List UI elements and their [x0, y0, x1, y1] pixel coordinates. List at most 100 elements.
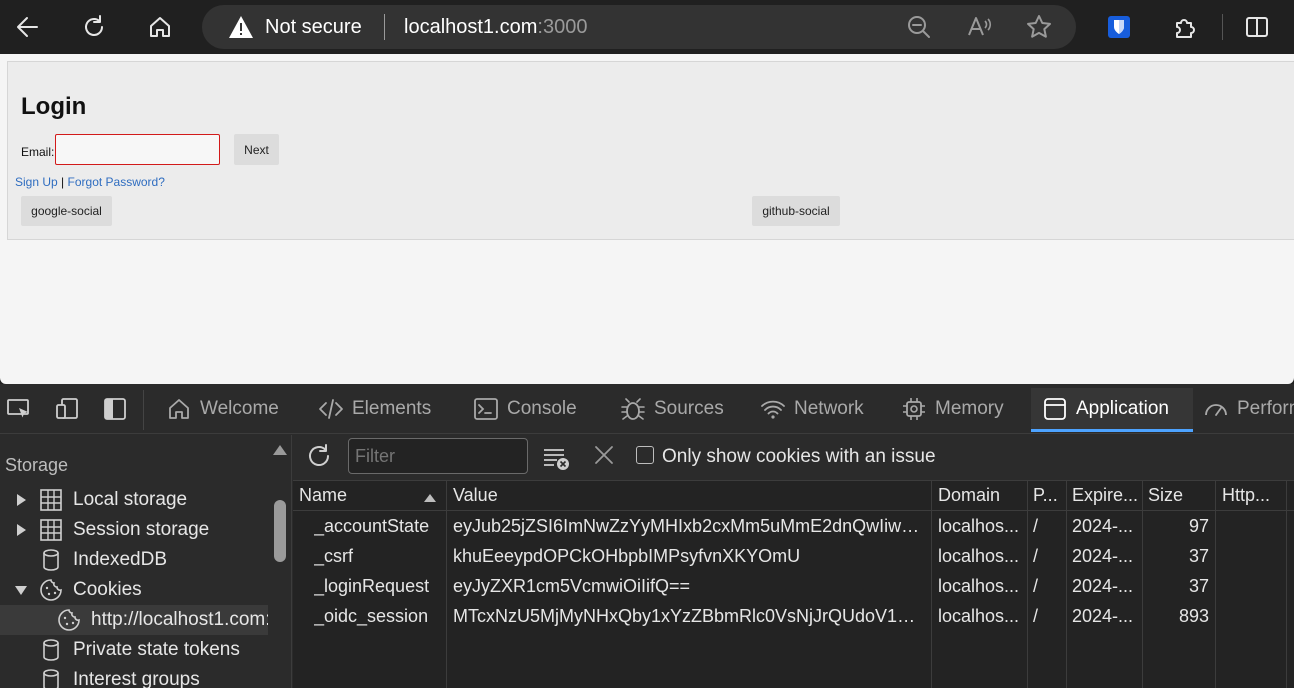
column-header-value[interactable]: Value [453, 485, 498, 506]
sidebar-item-cookies[interactable]: Cookies [0, 575, 268, 605]
tab-memory[interactable]: Memory [901, 388, 1004, 430]
zoom-out-icon[interactable] [905, 13, 933, 41]
table-row[interactable]: _csrf khuEeeypdOPCkOHbpbIMPsyfvnXKYOmU l… [293, 542, 1294, 572]
sidebar-item-local-storage[interactable]: Local storage [0, 485, 268, 515]
gauge-icon [1205, 404, 1227, 416]
devtools-divider [143, 390, 144, 430]
column-header-domain[interactable]: Domain [938, 485, 1000, 506]
toolbar-divider [1222, 14, 1223, 40]
delete-selected-icon[interactable] [592, 443, 616, 467]
sidebar-item-label: Interest groups [73, 669, 200, 688]
table-row[interactable]: _oidc_session MTcxNzU5MjMyNHxQby1xYzZBbm… [293, 602, 1294, 632]
tab-console[interactable]: Console [473, 388, 577, 430]
back-button[interactable] [9, 8, 47, 46]
tab-elements[interactable]: Elements [318, 388, 431, 430]
refresh-button[interactable] [75, 8, 113, 46]
bug-icon [621, 398, 645, 420]
back-arrow-icon [17, 17, 38, 37]
email-field[interactable] [55, 134, 220, 165]
tab-sources[interactable]: Sources [620, 388, 724, 430]
read-aloud-icon[interactable] [965, 13, 993, 41]
sidebar-item-session-storage[interactable]: Session storage [0, 515, 268, 545]
warning-icon[interactable] [228, 15, 254, 39]
issues-only-label[interactable]: Only show cookies with an issue [662, 446, 936, 468]
url-port: :3000 [537, 16, 588, 38]
cell-value: eyJyZXR1cm5VcmwiOiIifQ== [453, 576, 691, 596]
cell-name: _accountState [314, 516, 430, 536]
column-header-name[interactable]: Name [299, 485, 347, 506]
cell-path: / [1033, 546, 1039, 566]
sidebar-item-label: http://localhost1.com:3000 [91, 609, 268, 630]
tab-application[interactable]: Application [1031, 388, 1193, 432]
tab-label: Network [794, 398, 864, 419]
cell-path: / [1033, 606, 1039, 626]
github-social-button[interactable]: github-social [752, 196, 840, 226]
device-emulation-icon[interactable] [54, 396, 80, 422]
page-viewport: Login Email: Next Sign Up | Forgot Passw… [0, 54, 1294, 384]
next-button[interactable]: Next [234, 134, 279, 165]
shield-icon [1108, 16, 1130, 38]
favorite-star-icon[interactable] [1025, 13, 1053, 41]
table-row[interactable]: _loginRequest eyJyZXR1cm5VcmwiOiIifQ== l… [293, 572, 1294, 602]
url-text[interactable]: localhost1.com:3000 [404, 16, 587, 39]
security-status[interactable]: Not secure [265, 16, 362, 39]
column-header-httponly[interactable]: Http... [1222, 485, 1270, 506]
cell-name: _csrf [314, 546, 354, 566]
cell-name: _oidc_session [314, 606, 429, 626]
sidebar-scrollbar[interactable] [268, 435, 292, 688]
table-row[interactable]: _accountState eyJub25jZSI6ImNwZzYyMHIxb2… [293, 512, 1294, 542]
split-screen-button[interactable] [1238, 8, 1276, 46]
cell-domain: localhos... [938, 576, 1020, 596]
storage-heading: Storage [5, 455, 69, 475]
collapse-arrow-icon[interactable] [14, 583, 28, 597]
address-bar[interactable]: Not secure localhost1.com:3000 [202, 5, 1076, 49]
refresh-icon[interactable] [305, 442, 333, 470]
bitwarden-extension-button[interactable] [1100, 8, 1138, 46]
sidebar-item-cookie-origin[interactable]: http://localhost1.com:3000 [0, 605, 268, 635]
home-button[interactable] [141, 8, 179, 46]
login-form: Login Email: Next Sign Up | Forgot Passw… [7, 61, 1294, 240]
sign-up-link[interactable]: Sign Up [15, 175, 58, 189]
sidebar-item-label: Cookies [73, 579, 142, 600]
extensions-button[interactable] [1166, 8, 1204, 46]
console-icon [474, 398, 498, 420]
forgot-password-link[interactable]: Forgot Password? [68, 175, 165, 189]
tab-label: Sources [654, 398, 724, 419]
scroll-up-icon[interactable] [273, 445, 287, 455]
sidebar-item-interest-groups[interactable]: Interest groups [0, 665, 268, 688]
tab-label: Application [1076, 398, 1169, 419]
column-header-size[interactable]: Size [1148, 485, 1183, 506]
inspect-icon[interactable] [6, 396, 32, 422]
page-title: Login [21, 93, 87, 120]
filter-input[interactable] [348, 438, 528, 474]
column-header-path[interactable]: P... [1033, 485, 1058, 506]
sidebar-item-indexeddb[interactable]: IndexedDB [0, 545, 268, 575]
cell-value: khuEeeypdOPCkOHbpbIMPsyfvnXKYOmU [453, 546, 801, 566]
tab-performance[interactable]: Perform [1203, 388, 1294, 430]
expand-arrow-icon[interactable] [14, 493, 28, 507]
google-social-button[interactable]: google-social [21, 196, 112, 226]
dock-side-icon[interactable] [102, 396, 128, 422]
puzzle-icon [1176, 19, 1195, 38]
split-screen-icon [1246, 17, 1268, 37]
database-icon [43, 639, 59, 661]
auth-links: Sign Up | Forgot Password? [15, 175, 165, 189]
table-header: Name Value Domain P... Expire... Size Ht… [293, 481, 1294, 511]
cookie-table: Name Value Domain P... Expire... Size Ht… [293, 481, 1294, 688]
wifi-icon [761, 400, 785, 419]
issues-only-checkbox[interactable] [636, 446, 654, 464]
sidebar-item-label: IndexedDB [73, 549, 168, 570]
sort-ascending-icon[interactable] [424, 494, 436, 502]
clear-all-icon[interactable] [542, 444, 570, 472]
tab-network[interactable]: Network [760, 388, 864, 430]
cookie-toolbar: Only show cookies with an issue [293, 435, 1294, 481]
expand-arrow-icon[interactable] [14, 523, 28, 537]
scrollbar-thumb[interactable] [274, 500, 286, 562]
cell-expires: 2024-... [1072, 606, 1134, 626]
devtools-tabbar: Welcome Elements Console Sources Network… [0, 384, 1294, 434]
sidebar-item-private-state-tokens[interactable]: Private state tokens [0, 635, 268, 665]
cell-path: / [1033, 516, 1039, 536]
tab-welcome[interactable]: Welcome [166, 388, 279, 430]
column-header-expires[interactable]: Expire... [1072, 485, 1138, 506]
cell-size: 893 [1178, 606, 1209, 626]
